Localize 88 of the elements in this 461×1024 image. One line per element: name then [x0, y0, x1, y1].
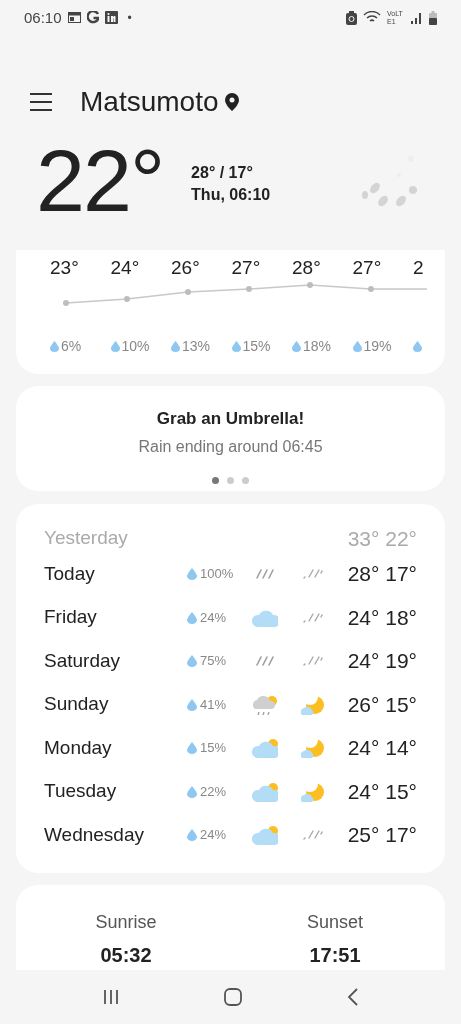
- recent-apps-icon[interactable]: [102, 989, 119, 1005]
- raindrop-icon: [187, 785, 197, 798]
- day-temperatures: 24° 18°: [347, 604, 417, 631]
- sun-cloud-rain-icon: [253, 694, 277, 715]
- raindrop-icon: [231, 341, 241, 353]
- sun-cloud-icon: [252, 781, 278, 802]
- date-time: Thu, 06:10: [191, 184, 271, 205]
- day-temperatures: 24° 19°: [347, 648, 417, 675]
- raindrop-icon: [187, 568, 197, 581]
- wifi-icon: [363, 11, 381, 25]
- rain-icon: [256, 569, 274, 580]
- hour-precipitation: 19%: [363, 337, 392, 357]
- day-name: Tuesday: [44, 779, 118, 804]
- day-precipitation: 22%: [200, 782, 227, 801]
- signal-icon: [411, 11, 423, 24]
- day-name: Friday: [44, 605, 98, 630]
- battery-icon: [429, 10, 437, 25]
- raindrop-icon: [352, 341, 362, 353]
- day-temperatures: 28° 17°: [347, 561, 417, 588]
- day-name: Yesterday: [44, 526, 128, 551]
- hour-temperature: 28°: [292, 255, 321, 280]
- day-precipitation: 24%: [200, 608, 227, 627]
- day-name: Monday: [44, 735, 113, 760]
- day-temperatures: 25° 17°: [347, 822, 417, 849]
- drizzle-icon: [303, 656, 323, 667]
- drizzle-icon: [303, 830, 323, 841]
- raindrop-icon: [187, 742, 197, 755]
- sun-label: Sunrise: [95, 911, 157, 934]
- moon-cloud-icon: [301, 737, 325, 760]
- hour-precipitation: 10%: [121, 337, 150, 357]
- sun-label: Sunset: [306, 911, 363, 934]
- location-pin-icon: [224, 92, 239, 111]
- day-name: Today: [44, 561, 96, 586]
- day-temperatures: 24° 14°: [347, 735, 417, 762]
- hour-temperature: 27°: [352, 255, 382, 280]
- raindrop-icon: [187, 611, 197, 624]
- menu-icon[interactable]: [30, 92, 52, 111]
- hour-precipitation: 15%: [242, 337, 271, 357]
- hour-temperature: 24°: [110, 255, 140, 280]
- square-logo-icon: [104, 11, 118, 25]
- current-temperature: 22°: [36, 136, 164, 225]
- cloud-icon: [252, 608, 278, 627]
- day-temperatures: 24° 15°: [347, 778, 417, 805]
- moon-cloud-icon: [301, 693, 325, 716]
- raindrop-icon: [292, 341, 301, 353]
- day-precipitation: 24%: [200, 826, 227, 845]
- moon-cloud-icon: [301, 780, 325, 803]
- raindrop-icon: [171, 341, 180, 353]
- status-time: 06:10: [24, 7, 62, 28]
- day-name: Wednesday: [44, 822, 145, 847]
- drizzle-icon: [303, 612, 323, 623]
- day-temperatures: 33° 22°: [347, 525, 417, 552]
- high-low-temperature: 28° / 17°: [191, 162, 254, 183]
- day-name: Saturday: [44, 648, 122, 673]
- notification-dot: •: [127, 9, 132, 27]
- raindrop-icon: [187, 829, 197, 842]
- hour-temperature: 2: [413, 255, 424, 280]
- day-precipitation: 15%: [200, 739, 227, 758]
- city-name: Matsumoto: [80, 84, 219, 119]
- raindrop-icon: [187, 698, 197, 711]
- hour-precipitation: 13%: [182, 337, 211, 357]
- day-temperatures: 26° 15°: [347, 691, 417, 718]
- letter-g-icon: [86, 11, 99, 25]
- day-name: Sunday: [44, 692, 110, 717]
- sun-time: 17:51: [309, 943, 361, 968]
- hour-precipitation: 18%: [303, 337, 332, 357]
- sun-cloud-icon: [252, 825, 278, 846]
- hour-temperature: 23°: [50, 255, 79, 280]
- raindrop-icon: [50, 341, 59, 353]
- raindrop-icon: [413, 341, 422, 353]
- alert-text: Rain ending around 06:45: [138, 437, 323, 458]
- raindrop-icon: [187, 655, 197, 668]
- calendar-icon: [67, 12, 81, 24]
- home-icon[interactable]: [223, 988, 242, 1006]
- hour-temperature: 27°: [231, 255, 261, 280]
- day-precipitation: 41%: [200, 695, 227, 714]
- day-precipitation: 75%: [200, 652, 227, 671]
- sun-cloud-icon: [252, 738, 278, 759]
- hour-precipitation: 6%: [61, 337, 82, 357]
- alert-title: Grab an Umbrella!: [156, 407, 305, 430]
- back-icon[interactable]: [346, 988, 359, 1006]
- sun-time: 05:32: [100, 943, 152, 968]
- hour-temperature: 26°: [171, 255, 200, 280]
- raindrop-icon: [110, 341, 120, 353]
- drizzle-icon: [303, 569, 323, 580]
- day-precipitation: 100%: [200, 565, 234, 584]
- rain-icon: [256, 656, 274, 667]
- battery-saver-icon: [346, 10, 357, 25]
